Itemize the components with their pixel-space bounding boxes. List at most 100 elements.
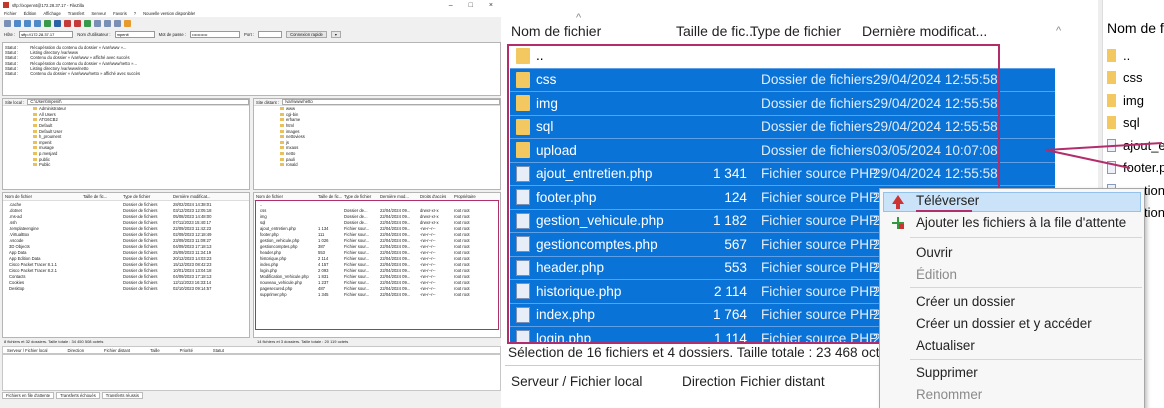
menu-item-add-to-queue[interactable]: Ajouter les fichiers à la file d'attente	[916, 215, 1126, 230]
scroll-up-icon[interactable]: ^	[1056, 20, 1061, 42]
menu-item[interactable]: Nouvelle version disponible!	[143, 11, 195, 16]
file-cell: .cache	[9, 201, 22, 207]
local-site-input[interactable]: C:\Users\mpenit\	[27, 99, 249, 105]
menu-item-refresh[interactable]: Actualiser	[916, 338, 975, 353]
menu-item-delete[interactable]: Supprimer	[916, 365, 978, 380]
toggle-log-icon[interactable]	[14, 19, 21, 27]
remote-site-input[interactable]: /var/www/netto	[282, 99, 500, 105]
folder-icon	[1107, 71, 1116, 84]
col-header-size[interactable]: Taille de fic...	[676, 20, 757, 42]
search-icon[interactable]	[114, 19, 121, 27]
close-icon[interactable]: ×	[489, 2, 493, 9]
message-log: Statut : Récupération du contenu du dossi…	[2, 42, 501, 96]
file-row[interactable]: App Edition Data Dossier de fichiers 20/12…	[3, 255, 249, 261]
file-cell: 3D Objects	[9, 243, 30, 249]
tree-node-label: public	[39, 156, 50, 162]
reconnect-icon[interactable]	[84, 19, 91, 27]
file-row[interactable]: Contacts Dossier de fichiers 04/09/2023 17…	[3, 273, 249, 279]
column-header[interactable]: Nom de fichier	[3, 194, 81, 199]
menu-item[interactable]: Favoris	[113, 11, 127, 16]
file-row[interactable]: App Data Dossier de fichiers 25/09/2023 11…	[3, 249, 249, 255]
file-row[interactable]: 3D Objects Dossier de fichiers 04/09/2023 …	[3, 243, 249, 249]
folder-icon	[33, 118, 37, 122]
tree-node[interactable]: Public	[33, 162, 249, 168]
menu-item-upload[interactable]: Téléverser	[916, 193, 979, 208]
file-row[interactable]: Cookies Dossier de fichiers 12/11/2023 16:…	[3, 279, 249, 285]
queue-column: Taille	[150, 347, 160, 353]
col-header-name[interactable]: Nom de fichier	[511, 20, 601, 42]
folder-icon	[33, 112, 37, 116]
column-header[interactable]: Taille de fic...	[81, 194, 121, 199]
menu-item[interactable]: Serveur	[91, 11, 106, 16]
user-input[interactable]	[114, 31, 155, 38]
menu-item[interactable]: Affichage	[43, 11, 60, 16]
window-controls[interactable]: – □ ×	[449, 2, 501, 9]
user-label: Nom d'utilisateur :	[77, 32, 111, 37]
folder-icon	[280, 112, 284, 116]
queue-tab[interactable]: Transferts échoués	[56, 392, 100, 399]
col-header-modified[interactable]: Dernière modificat...	[862, 20, 987, 42]
tree-node-label: cgi-bin	[286, 111, 299, 117]
cancel-icon[interactable]	[64, 19, 71, 27]
menu-item[interactable]: ?	[134, 11, 136, 16]
far-file-row[interactable]: ..	[1107, 44, 1130, 66]
toolbar	[0, 17, 501, 29]
far-file-row[interactable]: css	[1107, 67, 1143, 89]
binoculars-icon[interactable]	[124, 19, 131, 27]
menu-item[interactable]: Fichier	[4, 11, 17, 16]
queue-tab[interactable]: Fichiers en file d'attente	[2, 392, 55, 399]
file-row[interactable]: Cisco Packet Tracer 8.2.1 Dossier de fich…	[3, 267, 249, 273]
menu-item-open[interactable]: Ouvrir	[916, 245, 952, 260]
column-header[interactable]: Nom de fichier	[254, 194, 316, 199]
queue-tab[interactable]: Transferts réussis	[101, 392, 143, 399]
compare-icon[interactable]	[104, 19, 111, 27]
port-input[interactable]	[258, 31, 283, 38]
queue-column: Direction	[67, 347, 85, 353]
file-row[interactable]: .cache Dossier de fichiers 28/02/2024 14:3…	[3, 201, 249, 207]
tree-node-label: Default User	[39, 128, 63, 134]
column-header[interactable]: Type de fichier	[121, 194, 171, 199]
queue-list[interactable]	[2, 354, 501, 391]
quickconnect-dropdown-icon[interactable]: ▾	[330, 31, 341, 38]
password-input[interactable]	[190, 31, 241, 38]
column-header[interactable]: Type de fichier	[342, 194, 378, 199]
menu-item[interactable]: Édition	[24, 11, 37, 16]
column-header[interactable]: Propriétaire	[452, 194, 482, 199]
host-label: Hôte :	[4, 32, 16, 37]
column-header[interactable]: Droits d'accès	[418, 194, 452, 199]
file-row[interactable]: .VirtualBox Dossier de fichiers 02/09/2023…	[3, 231, 249, 237]
disconnect-icon[interactable]	[74, 19, 81, 27]
file-row[interactable]: .templateengine Dossier de fichiers 22/09/…	[3, 225, 249, 231]
col-header-type[interactable]: Type de fichier	[750, 20, 841, 42]
far-file-row[interactable]: img	[1107, 89, 1144, 111]
file-row[interactable]: .vscode Dossier de fichiers 23/09/2023 11:…	[3, 237, 249, 243]
file-cell: Dossier de fichiers	[123, 219, 158, 225]
toggle-remote-tree-icon[interactable]	[34, 19, 41, 27]
menu-item[interactable]: Transfert	[68, 11, 85, 16]
file-cell: 23/09/2023 11:09:27	[173, 237, 212, 243]
file-row[interactable]: .ssh Dossier de fichiers 07/11/2023 15:40:…	[3, 219, 249, 225]
minimize-icon[interactable]: –	[449, 2, 453, 9]
menu-item-create-folder[interactable]: Créer un dossier	[916, 294, 1015, 309]
maximize-icon[interactable]: □	[469, 2, 473, 9]
host-input[interactable]	[19, 31, 74, 38]
tree-node-label: erhame	[286, 117, 301, 123]
file-cell: App Data	[9, 249, 27, 255]
tree-node[interactable]: ronald	[280, 162, 500, 168]
refresh-icon[interactable]	[44, 19, 51, 27]
file-row[interactable]: .dotnet Dossier de fichiers 03/12/2023 12:…	[3, 207, 249, 213]
tree-node-label: musage	[39, 145, 54, 151]
column-header[interactable]: Dernière modificat...	[171, 194, 241, 199]
site-manager-icon[interactable]	[4, 19, 11, 27]
file-cell: .vscode	[9, 237, 24, 243]
file-row[interactable]: Cisco Packet Tracer 8.1.1 Dossier de fich…	[3, 261, 249, 267]
column-header[interactable]: Dernière mod...	[378, 194, 418, 199]
file-row[interactable]: Desktop Dossier de fichiers 02/10/2023 09:…	[3, 285, 249, 291]
filter-icon[interactable]	[94, 19, 101, 27]
menu-item-create-folder-enter[interactable]: Créer un dossier et y accéder	[916, 316, 1092, 331]
toggle-tree-icon[interactable]	[24, 19, 31, 27]
file-row[interactable]: .ms-ad Dossier de fichiers 05/08/2023 14:4…	[3, 213, 249, 219]
process-queue-icon[interactable]	[54, 19, 61, 27]
column-header[interactable]: Taille de fic...	[316, 194, 342, 199]
quickconnect-button[interactable]: Connexion rapide	[286, 31, 327, 38]
